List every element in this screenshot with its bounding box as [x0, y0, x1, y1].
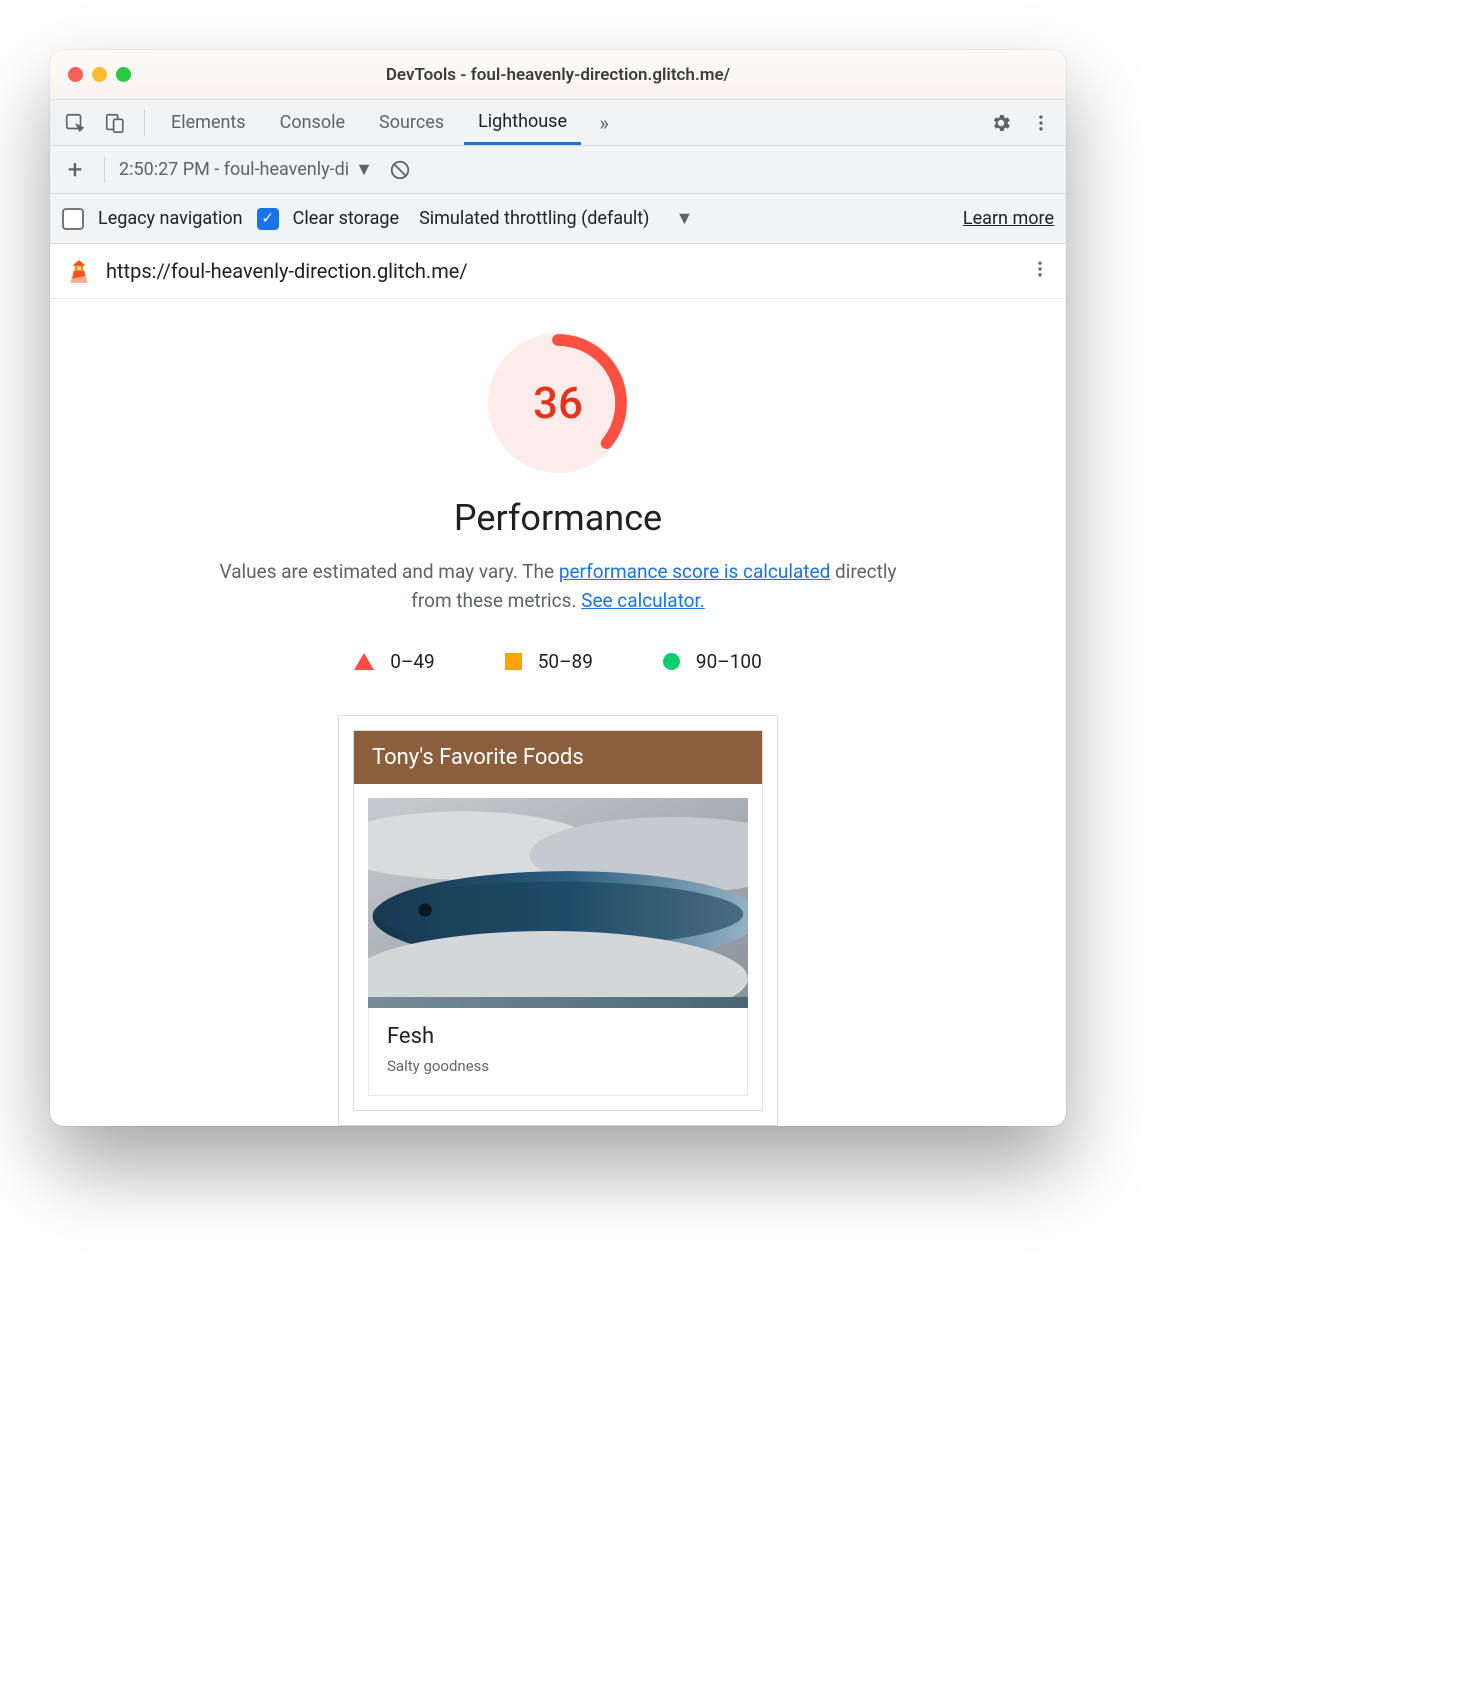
divider: [144, 110, 145, 136]
legend-pass: 90–100: [663, 650, 762, 673]
legend-pass-label: 90–100: [696, 650, 762, 673]
devtools-tabbar: Elements Console Sources Lighthouse »: [50, 100, 1066, 146]
legend-average: 50–89: [505, 650, 593, 673]
new-report-button[interactable]: +: [60, 155, 90, 185]
tab-sources[interactable]: Sources: [365, 100, 458, 145]
category-title: Performance: [50, 497, 1066, 539]
legacy-navigation-label: Legacy navigation: [98, 208, 243, 229]
tab-console[interactable]: Console: [266, 100, 359, 145]
close-window-button[interactable]: [68, 67, 83, 82]
device-toolbar-icon[interactable]: [98, 106, 132, 140]
desc-text: Values are estimated and may vary. The: [220, 560, 559, 583]
category-description: Values are estimated and may vary. The p…: [198, 557, 918, 616]
square-icon: [505, 653, 522, 670]
clear-all-icon[interactable]: [389, 159, 411, 181]
legend-avg-label: 50–89: [538, 650, 593, 673]
page-card-header: Tony's Favorite Foods: [354, 731, 762, 784]
titlebar: DevTools - foul-heavenly-direction.glitc…: [50, 50, 1066, 100]
clear-storage-checkbox[interactable]: ✓: [257, 208, 279, 230]
filmstrip-screenshot: Tony's Favorite Foods: [338, 715, 778, 1126]
item-title: Fesh: [387, 1024, 729, 1049]
score-value: 36: [533, 377, 583, 429]
triangle-icon: [354, 653, 374, 670]
page-card: Tony's Favorite Foods: [353, 730, 763, 1111]
lighthouse-toolbar: + 2:50:27 PM - foul-heavenly-di ▼: [50, 146, 1066, 194]
devtools-window: DevTools - foul-heavenly-direction.glitc…: [50, 50, 1066, 1126]
report-url-bar: https://foul-heavenly-direction.glitch.m…: [50, 244, 1066, 299]
more-tabs-icon[interactable]: »: [587, 106, 621, 140]
perf-score-link[interactable]: performance score is calculated: [559, 560, 830, 583]
divider: [104, 157, 105, 183]
clear-storage-label: Clear storage: [293, 208, 399, 229]
legend-fail: 0–49: [354, 650, 435, 673]
page-card-image: [368, 798, 748, 1008]
dropdown-caret-icon: ▼: [355, 159, 373, 180]
more-options-icon[interactable]: [1024, 106, 1058, 140]
throttling-label: Simulated throttling (default): [419, 208, 649, 229]
score-legend: 0–49 50–89 90–100: [50, 650, 1066, 673]
lighthouse-report: 36 Performance Values are estimated and …: [50, 299, 1066, 1126]
throttling-dropdown-icon[interactable]: ▼: [675, 208, 693, 229]
item-subtitle: Salty goodness: [387, 1057, 729, 1075]
page-card-body: Fesh Salty goodness: [368, 1008, 748, 1096]
see-calculator-link[interactable]: See calculator.: [581, 589, 705, 612]
report-menu-icon[interactable]: [1030, 259, 1050, 284]
report-selector[interactable]: 2:50:27 PM - foul-heavenly-di ▼: [119, 159, 373, 180]
lighthouse-options-bar: Legacy navigation ✓ Clear storage Simula…: [50, 194, 1066, 244]
inspect-element-icon[interactable]: [58, 106, 92, 140]
minimize-window-button[interactable]: [92, 67, 107, 82]
settings-gear-icon[interactable]: [984, 106, 1018, 140]
window-title: DevTools - foul-heavenly-direction.glitc…: [50, 65, 1066, 85]
traffic-lights: [50, 67, 131, 82]
tab-lighthouse[interactable]: Lighthouse: [464, 100, 581, 145]
tab-elements[interactable]: Elements: [157, 100, 260, 145]
report-selector-label: 2:50:27 PM - foul-heavenly-di: [119, 159, 349, 180]
legacy-navigation-checkbox[interactable]: [62, 208, 84, 230]
legend-fail-label: 0–49: [390, 650, 435, 673]
circle-icon: [663, 653, 680, 670]
lighthouse-logo-icon: [66, 258, 92, 284]
learn-more-link[interactable]: Learn more: [963, 208, 1054, 229]
report-url: https://foul-heavenly-direction.glitch.m…: [106, 259, 1016, 283]
zoom-window-button[interactable]: [116, 67, 131, 82]
score-gauge[interactable]: 36: [488, 333, 628, 473]
